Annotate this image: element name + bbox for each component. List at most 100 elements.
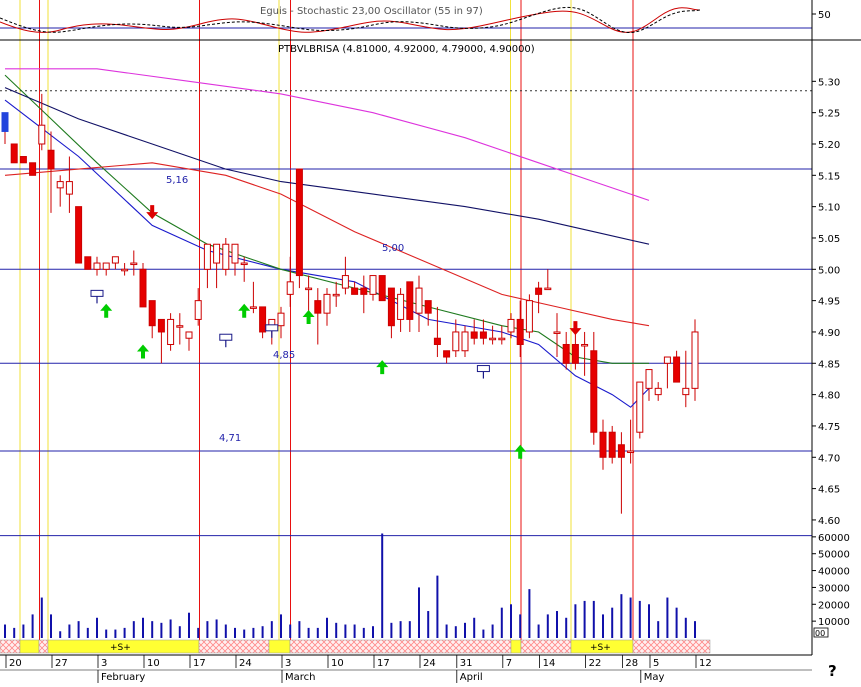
date-tick-label: 24 bbox=[239, 658, 252, 669]
signal-timebar: +S+ +S+ bbox=[0, 639, 711, 654]
date-tick-label: 10 bbox=[331, 658, 344, 669]
volume-tick-label: 10000 bbox=[818, 617, 850, 628]
timebar-hatched-segment bbox=[632, 639, 711, 654]
price-tick-label: 4.95 bbox=[818, 297, 840, 308]
price-chart[interactable]: +S+ +S+ 5.30 5.25 5.20 5.15 5.10 5.05 5.00 4.95 4… bbox=[0, 0, 861, 683]
candle-body bbox=[121, 268, 129, 272]
timebar-yellow-segment bbox=[510, 639, 522, 654]
candle bbox=[691, 319, 699, 401]
candle-body bbox=[75, 206, 83, 264]
symbol-quote: PTBVLBRISA (4.81000, 4.92000, 4.79000, 4… bbox=[278, 44, 535, 55]
candle-body bbox=[553, 331, 561, 334]
candle-body bbox=[479, 331, 487, 339]
month-label: April bbox=[460, 672, 483, 683]
candle-body bbox=[489, 337, 497, 341]
price-tick-label: 4.65 bbox=[818, 485, 840, 496]
candle-body bbox=[29, 162, 37, 176]
candle-body bbox=[617, 444, 625, 458]
date-tick-label: 20 bbox=[9, 658, 22, 669]
candle-body bbox=[84, 256, 92, 270]
chart-background bbox=[0, 0, 861, 683]
candle bbox=[19, 156, 27, 164]
timebar-yellow-segment bbox=[19, 639, 40, 654]
candle bbox=[29, 162, 37, 176]
candle bbox=[84, 256, 92, 270]
chart-window: +S+ +S+ 5.30 5.25 5.20 5.15 5.10 5.05 5.00 4.95 4… bbox=[0, 0, 861, 683]
candle bbox=[525, 294, 533, 339]
candle-body bbox=[424, 300, 432, 314]
volume-tick-label: 60000 bbox=[818, 533, 850, 544]
exit-marker-icon bbox=[90, 289, 104, 297]
candle-body bbox=[682, 387, 690, 396]
candle-body bbox=[415, 287, 423, 314]
candle-body bbox=[360, 287, 368, 295]
candle-body bbox=[231, 243, 239, 264]
exit-marker-icon bbox=[265, 324, 279, 332]
candle-body bbox=[295, 168, 303, 277]
candle-body bbox=[130, 262, 138, 266]
candle bbox=[75, 206, 83, 264]
volume-tick-label: 20000 bbox=[818, 600, 850, 611]
candle-body bbox=[608, 431, 616, 458]
price-tick-label: 5.30 bbox=[818, 77, 840, 88]
price-tick-label: 4.75 bbox=[818, 422, 840, 433]
candle-body bbox=[443, 350, 451, 358]
help-icon[interactable]: ? bbox=[828, 662, 837, 680]
candle-body bbox=[213, 243, 221, 264]
candle-body bbox=[93, 262, 101, 270]
price-tick-label: 5.25 bbox=[818, 109, 840, 120]
candle-body bbox=[663, 356, 671, 364]
candle-body bbox=[525, 300, 533, 333]
candle-body bbox=[1, 112, 9, 132]
candle-body bbox=[203, 243, 211, 270]
candle bbox=[139, 263, 147, 308]
price-tick-label: 5.05 bbox=[818, 234, 840, 245]
candle-body bbox=[378, 275, 386, 302]
level-label: 5,16 bbox=[166, 175, 188, 186]
candle-body bbox=[305, 287, 313, 291]
candle-body bbox=[562, 343, 570, 364]
candle-body bbox=[636, 381, 644, 433]
timebar-label: +S+ bbox=[590, 643, 611, 653]
volume-tick-label: 40000 bbox=[818, 567, 850, 578]
candle-body bbox=[369, 275, 377, 295]
candle-body bbox=[167, 318, 175, 345]
date-tick-label: 22 bbox=[589, 658, 602, 669]
timebar-hatched-segment bbox=[520, 639, 572, 654]
date-tick-label: 17 bbox=[193, 658, 206, 669]
candle-body bbox=[259, 306, 267, 333]
candle-body bbox=[111, 256, 119, 264]
level-label: 4,71 bbox=[219, 433, 241, 444]
exit-marker-icon bbox=[219, 333, 233, 341]
candle-body bbox=[47, 149, 55, 170]
candle-body bbox=[498, 337, 506, 341]
candle-body bbox=[544, 287, 552, 291]
candle-body bbox=[65, 181, 73, 195]
candle-body bbox=[148, 300, 156, 327]
price-tick-label: 5.20 bbox=[818, 140, 840, 151]
candle-body bbox=[102, 262, 110, 270]
candle-body bbox=[507, 318, 515, 333]
candle-body bbox=[286, 281, 294, 295]
candle-body bbox=[571, 343, 579, 364]
candle-body bbox=[56, 181, 64, 189]
date-tick-label: 5 bbox=[653, 658, 659, 669]
exit-marker-icon bbox=[476, 365, 490, 373]
candle-body bbox=[332, 293, 340, 297]
price-tick-label: 4.80 bbox=[818, 391, 840, 402]
candle-body bbox=[535, 287, 543, 295]
candle-body bbox=[470, 331, 478, 339]
timebar-hatched-segment bbox=[198, 639, 270, 654]
volume-tick-label: 30000 bbox=[818, 583, 850, 594]
candle-body bbox=[139, 268, 147, 308]
timebar-yellow-segment bbox=[268, 639, 291, 654]
candle-body bbox=[222, 243, 230, 270]
candle-body bbox=[627, 450, 635, 454]
candle bbox=[636, 381, 644, 439]
candle-body bbox=[452, 331, 460, 352]
candle-body bbox=[397, 293, 405, 320]
indicator-title: Eguis - Stochastic 23,00 Oscillator (55 … bbox=[260, 6, 483, 17]
candle-body bbox=[185, 331, 193, 339]
candle-body bbox=[673, 356, 681, 383]
candle bbox=[10, 143, 18, 164]
